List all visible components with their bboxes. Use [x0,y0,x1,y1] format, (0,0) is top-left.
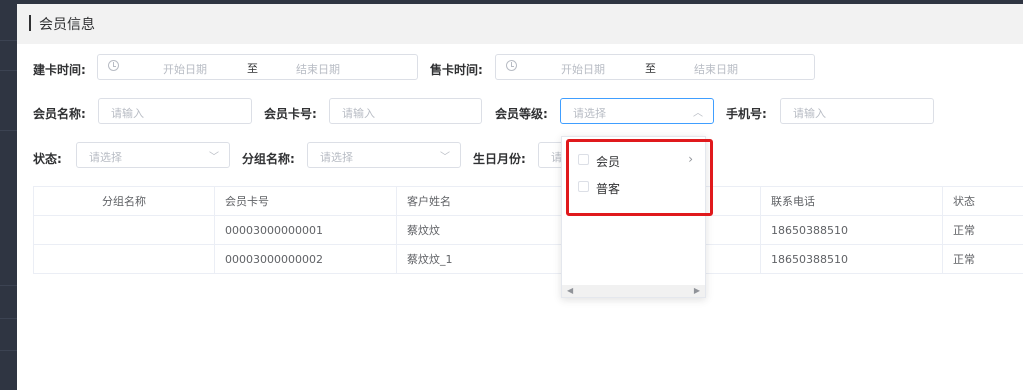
range-separator: 至 [645,62,656,75]
card-no-input[interactable]: 请输入 [329,98,482,124]
level-select[interactable]: 请选择 ︿ [560,98,714,124]
scroll-right-icon[interactable]: ▶ [694,286,700,295]
chevron-up-icon: ︿ [693,108,703,119]
title-accent-bar [29,15,31,31]
group-placeholder: 请选择 [320,151,353,164]
birth-month-label: 生日月份: [473,152,526,166]
level-placeholder: 请选择 [573,107,606,120]
horizontal-scrollbar[interactable]: ◀ ▶ [562,285,705,297]
status-label: 状态: [33,152,62,166]
card-no-label: 会员卡号: [264,107,317,121]
member-name-input[interactable]: 请输入 [98,98,252,124]
card-no-placeholder: 请输入 [342,107,375,120]
column-header[interactable]: 会员卡号 [214,186,397,216]
create-time-end[interactable]: 结束日期 [296,61,340,77]
phone-input[interactable]: 请输入 [780,98,934,124]
column-header[interactable]: 客户姓名 [396,186,579,216]
side-nav-divider [0,318,17,319]
table-cell: 蔡炆炆 [396,215,579,245]
table-cell: 正常 [942,215,1023,245]
create-time-label: 建卡时间: [33,63,86,77]
table-cell: 18650388510 [760,244,943,274]
chevron-down-icon: ﹀ [209,152,219,163]
table-cell [33,244,215,274]
sell-time-start[interactable]: 开始日期 [561,61,605,77]
sell-time-range-picker[interactable]: 开始日期 至 结束日期 [495,54,815,80]
sell-time-end[interactable]: 结束日期 [694,61,738,77]
side-nav-divider [0,285,17,286]
group-select[interactable]: 请选择 ﹀ [307,142,461,168]
status-placeholder: 请选择 [89,151,122,164]
clock-icon [506,60,517,71]
table-cell: 00003000000001 [214,215,397,245]
group-label: 分组名称: [242,152,295,166]
member-name-placeholder: 请输入 [111,107,144,120]
table-row[interactable]: 00003000000002 蔡炆炆_1 18650388510 正常 [33,244,1023,274]
table-row[interactable]: 00003000000001 蔡炆炆 18650388510 正常 [33,215,1023,245]
chevron-down-icon: ﹀ [440,152,450,163]
create-time-range-picker[interactable]: 开始日期 至 结束日期 [97,54,418,80]
table-header-row: 分组名称 会员卡号 客户姓名 联系电话 状态 [33,186,1023,216]
phone-label: 手机号: [726,107,767,121]
annotation-highlight-box [566,139,713,216]
scroll-left-icon[interactable]: ◀ [567,286,573,295]
side-nav-divider [0,350,17,351]
table-cell [33,215,215,245]
column-header[interactable]: 联系电话 [760,186,943,216]
clock-icon [108,60,119,71]
range-separator: 至 [247,62,258,75]
table-cell: 正常 [942,244,1023,274]
side-nav-divider [0,40,17,41]
member-name-label: 会员名称: [33,107,86,121]
side-nav-divider [0,70,17,71]
table-cell: 00003000000002 [214,244,397,274]
sell-time-label: 售卡时间: [430,63,483,77]
page-title: 会员信息 [39,17,95,33]
table-cell: 18650388510 [760,215,943,245]
phone-placeholder: 请输入 [793,107,826,120]
column-header[interactable]: 状态 [942,186,1023,216]
page-header: 会员信息 [17,4,1023,44]
column-header[interactable]: 分组名称 [33,186,215,216]
table-cell: 蔡炆炆_1 [396,244,579,274]
member-table: 分组名称 会员卡号 客户姓名 联系电话 状态 00003000000001 蔡炆… [33,186,1023,274]
create-time-start[interactable]: 开始日期 [163,61,207,77]
level-label: 会员等级: [495,107,548,121]
side-nav-divider [0,130,17,131]
status-select[interactable]: 请选择 ﹀ [76,142,230,168]
side-nav-strip [0,0,17,390]
